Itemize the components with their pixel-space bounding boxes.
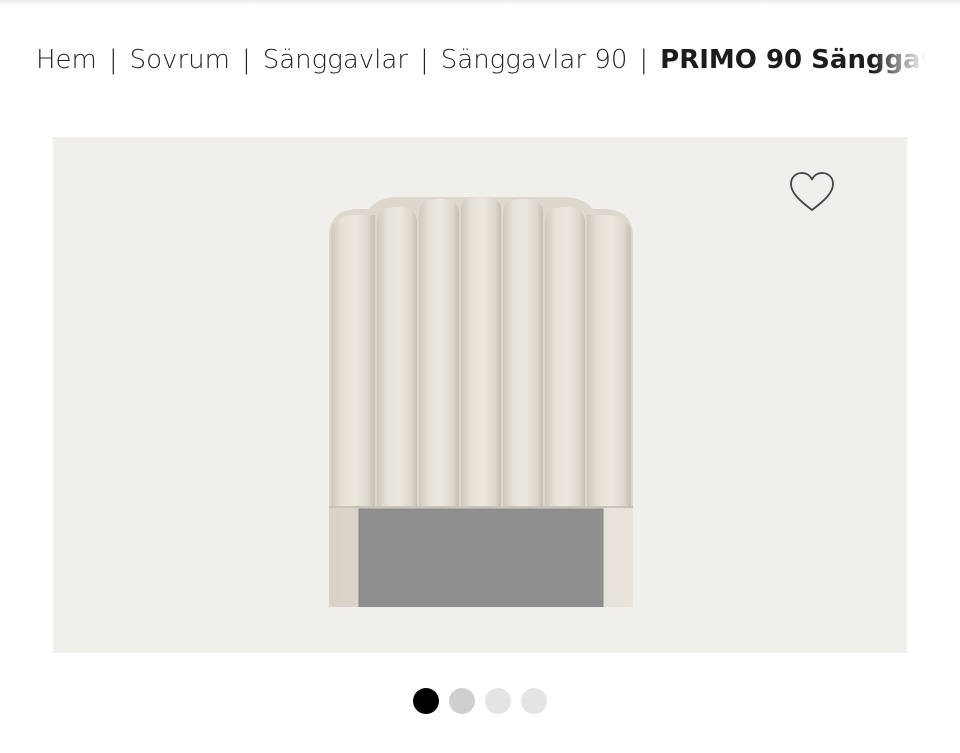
- heart-outline-icon[interactable]: [789, 171, 835, 213]
- carousel-dot-1[interactable]: [413, 688, 439, 714]
- breadcrumb-item-sovrum[interactable]: Sovrum: [130, 45, 230, 75]
- carousel-dot-4[interactable]: [521, 688, 547, 714]
- breadcrumb-item-sanggavlar-90[interactable]: Sänggavlar 90: [441, 45, 628, 75]
- breadcrumb-separator: |: [639, 45, 649, 75]
- carousel-dot-3[interactable]: [485, 688, 511, 714]
- breadcrumb-separator: |: [420, 45, 429, 75]
- breadcrumb-item-sanggavlar[interactable]: Sänggavlar: [263, 45, 408, 75]
- image-carousel-dots: [0, 688, 960, 716]
- carousel-dot-2[interactable]: [449, 688, 475, 714]
- breadcrumb-current-page: PRIMO 90 Sänggavel: [660, 45, 926, 75]
- breadcrumb-separator: |: [241, 45, 251, 75]
- headboard-image: [329, 197, 633, 607]
- breadcrumb: Hem | Sovrum | Sänggavlar | Sänggavlar 90 | PRIM…: [36, 40, 926, 80]
- breadcrumb-separator: |: [108, 45, 118, 75]
- header-shadow: [0, 0, 960, 6]
- product-image[interactable]: [53, 137, 907, 653]
- breadcrumb-item-hem[interactable]: Hem: [36, 45, 97, 75]
